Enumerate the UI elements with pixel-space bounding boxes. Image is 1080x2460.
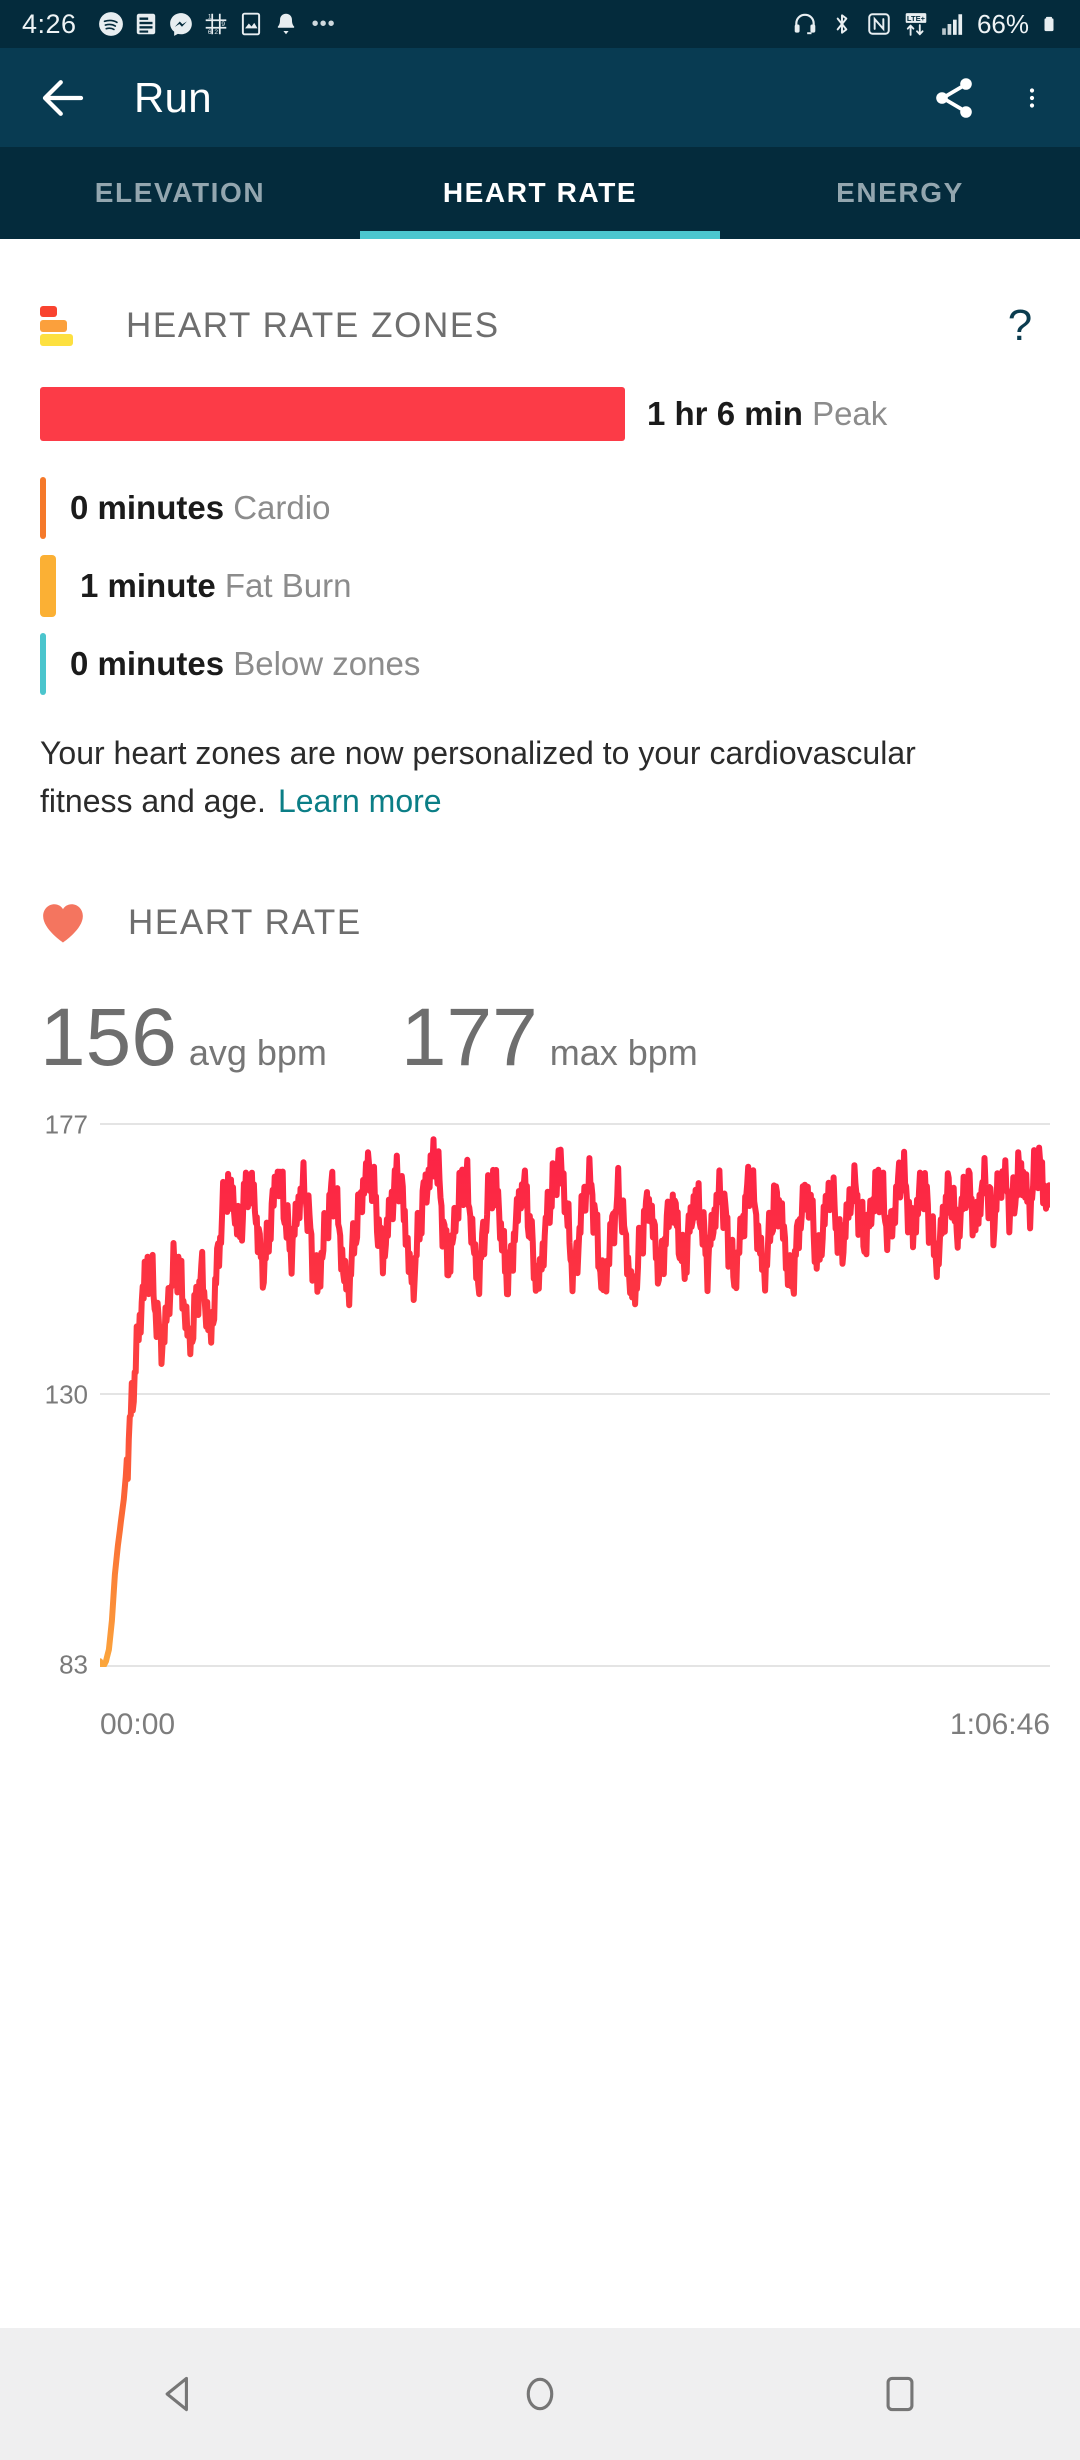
y-tick-top: 177 <box>22 1110 88 1141</box>
stat-max-bpm: 177 max bpm <box>401 997 698 1079</box>
y-tick-mid: 130 <box>22 1380 88 1411</box>
zone-name-cardio: Cardio <box>233 489 330 526</box>
bell-icon <box>273 11 299 37</box>
battery-percent: 66% <box>977 9 1029 40</box>
status-overflow-dots: ••• <box>312 13 336 36</box>
zone-bar-below-zones <box>40 633 46 695</box>
zone-name-below-zones: Below zones <box>233 645 420 682</box>
tab-energy-label: ENERGY <box>836 177 964 209</box>
chart-x-axis: 00:00 1:06:46 <box>100 1708 1050 1742</box>
heart-rate-chart[interactable]: 177 130 83 00:00 1:06:46 <box>0 1123 1080 1723</box>
tab-energy[interactable]: ENERGY <box>720 147 1080 239</box>
nav-home-button[interactable] <box>495 2349 585 2439</box>
help-question-icon[interactable]: ? <box>1000 301 1040 351</box>
page-title: Run <box>134 74 888 122</box>
messenger-icon <box>168 11 194 37</box>
zone-label-fat-burn: 1 minute Fat Burn <box>80 567 351 605</box>
nfc-icon <box>866 11 892 37</box>
zone-row-fat-burn[interactable]: 1 minute Fat Burn <box>40 547 1040 625</box>
max-bpm-value: 177 <box>401 997 538 1079</box>
avg-bpm-unit: avg bpm <box>189 1032 327 1074</box>
nav-back-button[interactable] <box>135 2349 225 2439</box>
sudoku-icon: 1 9 6 2 <box>203 11 229 37</box>
svg-text:LTE+: LTE+ <box>907 14 926 23</box>
heart-icon <box>40 902 86 944</box>
circle-home-icon <box>518 2372 562 2416</box>
zone-label-below-zones: 0 minutes Below zones <box>70 645 420 683</box>
heart-rate-header: HEART RATE <box>0 893 1080 953</box>
zones-description: Your heart zones are now personalized to… <box>0 729 1000 825</box>
zone-value-below-zones: 0 minutes <box>70 645 224 682</box>
share-icon[interactable] <box>930 74 978 122</box>
heart-rate-line <box>100 1123 1050 1667</box>
y-tick-bottom: 83 <box>22 1650 88 1681</box>
tab-elevation-label: ELEVATION <box>95 177 265 209</box>
zone-value-fat-burn: 1 minute <box>80 567 216 604</box>
tab-elevation[interactable]: ELEVATION <box>0 147 360 239</box>
nav-recents-button[interactable] <box>855 2349 945 2439</box>
svg-text:1: 1 <box>207 14 211 21</box>
stat-avg-bpm: 156 avg bpm <box>40 997 327 1079</box>
max-bpm-unit: max bpm <box>550 1032 698 1074</box>
zone-row-below-zones[interactable]: 0 minutes Below zones <box>40 625 1040 703</box>
zone-row-peak[interactable]: 1 hr 6 min Peak <box>40 387 1040 441</box>
zone-list: 1 hr 6 min Peak 0 minutes Cardio 1 minut… <box>0 387 1080 703</box>
zones-bars-icon <box>40 305 72 347</box>
zones-description-text: Your heart zones are now personalized to… <box>40 735 916 819</box>
back-arrow-icon[interactable] <box>36 71 90 125</box>
heart-rate-zones-header: HEART RATE ZONES ? <box>0 293 1080 359</box>
status-time: 4:26 <box>22 9 77 40</box>
app-bar: Run <box>0 48 1080 147</box>
tab-heart-rate-label: HEART RATE <box>443 177 637 209</box>
heart-rate-stats: 156 avg bpm 177 max bpm <box>0 997 1080 1079</box>
square-recents-icon <box>878 2372 922 2416</box>
battery-icon <box>1040 11 1058 37</box>
zone-bar-peak <box>40 387 625 441</box>
spotify-icon <box>98 11 124 37</box>
status-bar: 4:26 1 9 6 2 <box>0 0 1080 48</box>
more-options-icon[interactable] <box>1020 74 1044 122</box>
main-content: HEART RATE ZONES ? 1 hr 6 min Peak 0 min… <box>0 239 1080 2328</box>
android-nav-bar <box>0 2328 1080 2460</box>
zone-name-peak: Peak <box>812 395 887 432</box>
learn-more-link[interactable]: Learn more <box>278 783 442 819</box>
triangle-back-icon <box>158 2372 202 2416</box>
status-bar-left: 4:26 1 9 6 2 <box>22 9 792 40</box>
svg-text:6: 6 <box>207 29 211 36</box>
zone-row-cardio[interactable]: 0 minutes Cardio <box>40 469 1040 547</box>
zone-bar-cardio <box>40 477 46 539</box>
zone-bar-fat-burn <box>40 555 56 617</box>
tab-bar: ELEVATION HEART RATE ENERGY <box>0 147 1080 239</box>
news-icon <box>133 11 159 37</box>
signal-icon <box>940 11 966 37</box>
bluetooth-icon <box>829 11 855 37</box>
svg-text:9: 9 <box>221 21 225 28</box>
chart-plot-area <box>100 1123 1050 1667</box>
x-label-end: 1:06:46 <box>950 1708 1050 1742</box>
zone-name-fat-burn: Fat Burn <box>225 567 352 604</box>
svg-text:2: 2 <box>214 29 218 36</box>
photos-icon <box>238 11 264 37</box>
status-bar-right: LTE+ 66% <box>792 9 1058 40</box>
headset-icon <box>792 11 818 37</box>
heart-rate-section-title: HEART RATE <box>128 903 362 943</box>
zone-value-peak: 1 hr 6 min <box>647 395 803 432</box>
avg-bpm-value: 156 <box>40 997 177 1079</box>
zone-label-peak: 1 hr 6 min Peak <box>647 395 887 433</box>
zone-value-cardio: 0 minutes <box>70 489 224 526</box>
zones-section-title: HEART RATE ZONES <box>126 306 1000 346</box>
tab-heart-rate[interactable]: HEART RATE <box>360 147 720 239</box>
lte-plus-icon: LTE+ <box>903 11 929 37</box>
zone-label-cardio: 0 minutes Cardio <box>70 489 330 527</box>
x-label-start: 00:00 <box>100 1708 175 1742</box>
